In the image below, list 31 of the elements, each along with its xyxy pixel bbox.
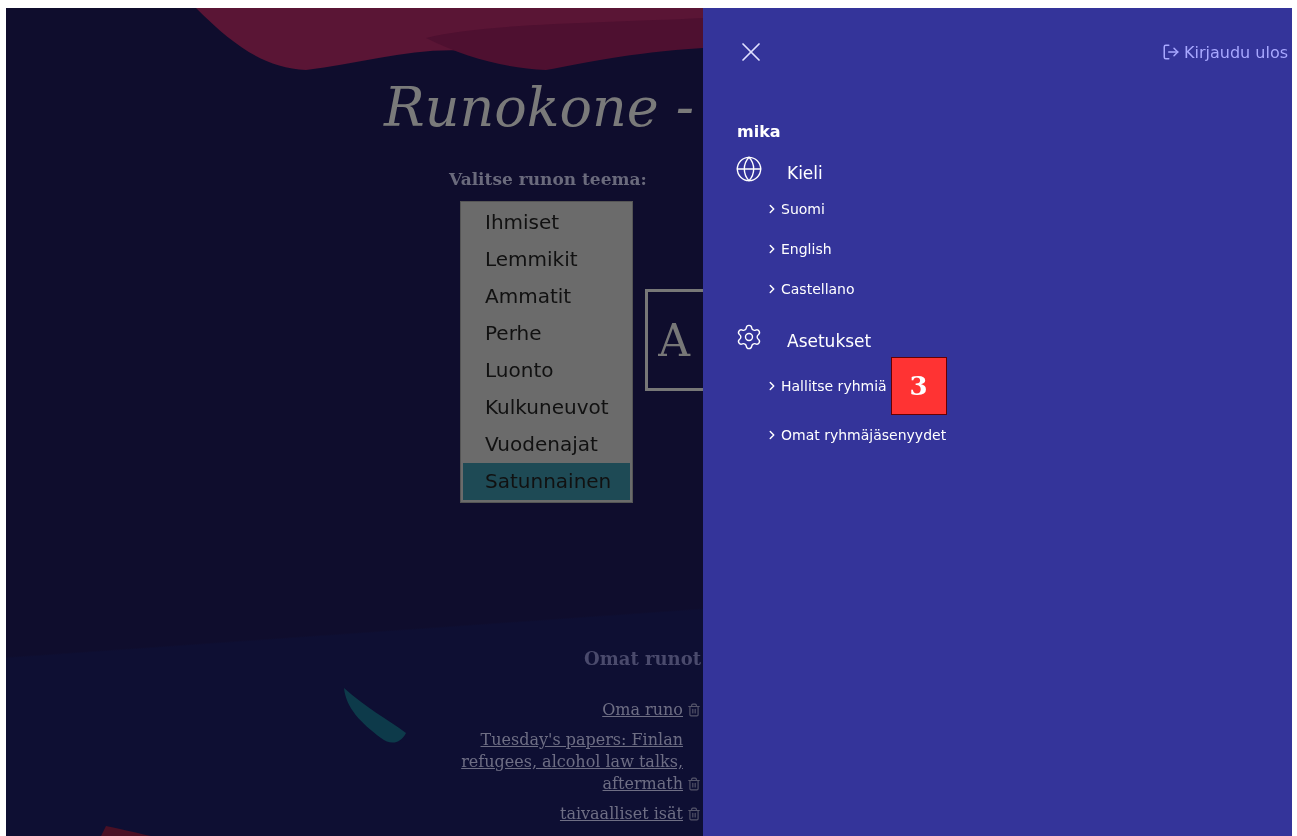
theme-option[interactable]: Ammatit <box>463 278 631 315</box>
trash-icon[interactable] <box>687 777 701 791</box>
theme-option[interactable]: Luonto <box>463 352 631 389</box>
trash-icon[interactable] <box>687 703 701 717</box>
logout-link[interactable]: Kirjaudu ulos <box>1162 42 1288 62</box>
theme-option[interactable]: Ihmiset <box>463 204 631 241</box>
theme-option[interactable]: Lemmikit <box>463 241 631 278</box>
globe-icon <box>735 155 763 183</box>
theme-option[interactable]: Satunnainen <box>463 463 631 500</box>
step-badge: 3 <box>890 357 947 415</box>
logout-icon <box>1162 43 1180 61</box>
section-title: Kieli <box>787 162 823 183</box>
settings-icon <box>735 323 763 351</box>
page-title: Runokone - <box>384 76 696 139</box>
menu-link[interactable]: Omat ryhmäjäsenyydet <box>765 415 947 455</box>
poem-link[interactable]: Tuesday's papers: Finlan refugees, alcohol law talks, aftermath <box>461 729 683 795</box>
poem-link[interactable]: taivaalliset isät <box>559 803 683 825</box>
theme-option[interactable]: Vuodenajat <box>463 426 631 463</box>
menu-link[interactable]: Hallitse ryhmiä <box>765 366 887 406</box>
theme-option[interactable]: Kulkuneuvot <box>463 389 631 426</box>
theme-listbox[interactable]: Ihmiset Lemmikit Ammatit Perhe Luonto Kulkuneuvot Vuodenajat Satunnainen <box>460 201 634 503</box>
poems-heading: Omat runot <box>584 648 701 669</box>
menu-link[interactable]: Castellano <box>765 269 855 309</box>
menu-link[interactable]: Suomi <box>765 189 825 229</box>
poem-link[interactable]: Oma runo <box>602 699 683 721</box>
menu-link[interactable]: English <box>765 229 832 269</box>
trash-icon[interactable] <box>687 807 701 821</box>
user-name: mika <box>737 122 782 141</box>
theme-option[interactable]: Perhe <box>463 315 631 352</box>
section-title: Asetukset <box>787 330 872 351</box>
theme-label: Valitse runon teema: <box>449 169 648 189</box>
